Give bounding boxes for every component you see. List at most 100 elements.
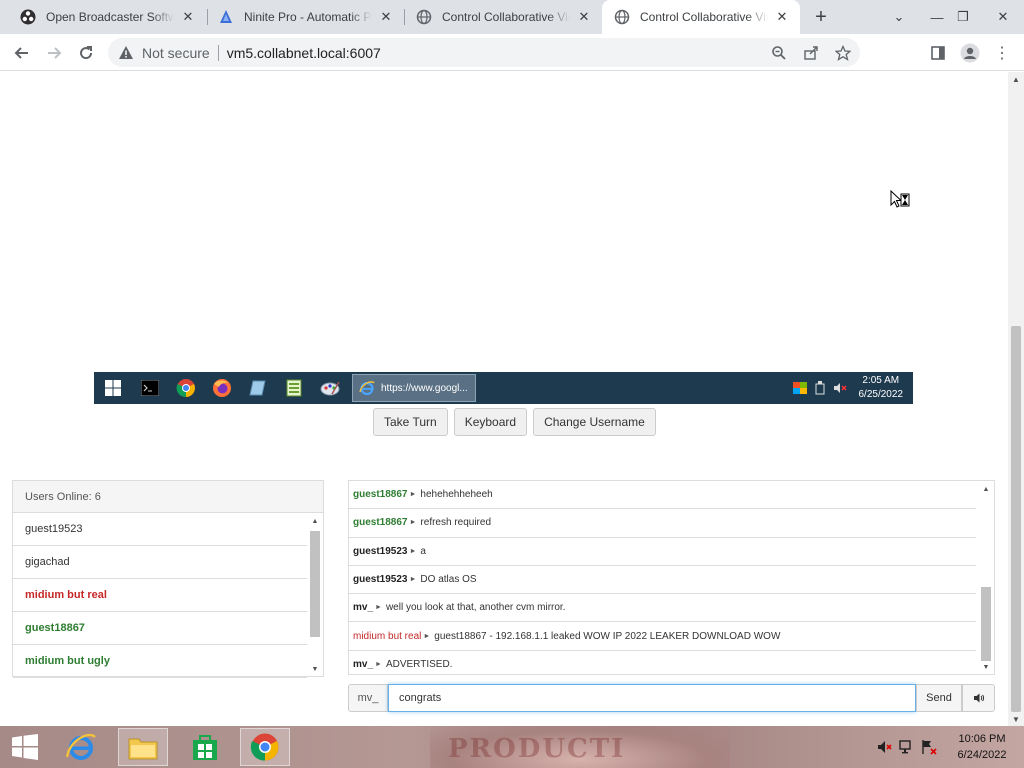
action-center-flag-icon[interactable]: [918, 736, 940, 758]
chat-username-label: mv_: [348, 684, 388, 712]
close-icon[interactable]: ✕: [774, 9, 790, 25]
volume-muted-icon[interactable]: [874, 736, 896, 758]
internet-explorer-icon[interactable]: [56, 728, 106, 766]
chat-panel: guest18867 ► hehehehheheeh guest18867 ► refr…: [348, 480, 995, 675]
users-list: guest19523 gigachad midium but real gues…: [13, 513, 307, 678]
url-text[interactable]: vm5.collabnet.local:6007: [227, 45, 381, 61]
tab-collabvm-1[interactable]: Control Collaborative Virtual ✕: [404, 0, 602, 34]
volume-icon[interactable]: [962, 684, 995, 712]
tab-title: Open Broadcaster Software: [46, 10, 174, 24]
side-panel-icon[interactable]: [924, 39, 952, 67]
change-username-button[interactable]: Change Username: [533, 408, 656, 436]
users-online-panel: Users Online: 6 guest19523 gigachad midi…: [12, 480, 324, 678]
ie-taskbar-item[interactable]: https://www.googl...: [352, 374, 476, 402]
tab-collabvm-2-active[interactable]: Control Collaborative Virtual ✕: [602, 0, 800, 34]
tab-search-icon[interactable]: ⌄: [882, 0, 916, 34]
chrome-icon[interactable]: [168, 372, 204, 404]
address-bar[interactable]: Not secure vm5.collabnet.local:6007: [108, 38, 860, 67]
scroll-up-icon[interactable]: ▲: [980, 483, 992, 495]
chat-input-row: mv_ Send: [348, 684, 995, 712]
user-item[interactable]: gigachad: [13, 546, 307, 579]
host-clock[interactable]: 10:06 PM 6/24/2022: [940, 731, 1024, 763]
file-explorer-icon[interactable]: [118, 728, 168, 766]
tab-title: Control Collaborative Virtual: [442, 10, 570, 24]
close-icon[interactable]: ✕: [180, 9, 196, 25]
chat-message: guest18867 ► refresh required: [349, 509, 976, 538]
profile-avatar-icon[interactable]: [956, 39, 984, 67]
notepad-icon[interactable]: [240, 372, 276, 404]
share-icon[interactable]: [800, 42, 822, 64]
more-menu-icon[interactable]: ⋮: [988, 39, 1016, 67]
zoom-icon[interactable]: [768, 42, 790, 64]
close-icon[interactable]: ✕: [378, 9, 394, 25]
ninite-icon: [218, 9, 234, 25]
vm-control-buttons: Take Turn Keyboard Change Username: [373, 408, 656, 436]
windows-store-icon[interactable]: [180, 728, 230, 766]
host-system-tray: 10:06 PM 6/24/2022: [874, 726, 1024, 768]
network-icon[interactable]: [896, 736, 918, 758]
vm-clock-time: 2:05 AM: [862, 375, 900, 386]
user-item[interactable]: guest19523: [13, 513, 307, 546]
scroll-down-icon[interactable]: ▼: [1008, 712, 1024, 726]
user-item[interactable]: guest18867: [13, 612, 307, 645]
windows-start-icon[interactable]: [0, 728, 50, 766]
tab-ninite[interactable]: Ninite Pro - Automatic Patch ✕: [206, 0, 404, 34]
wallpaper-text: PRODUCTI: [448, 734, 626, 764]
security-label[interactable]: Not secure: [142, 45, 210, 61]
user-item[interactable]: midium but real: [13, 579, 307, 612]
spreadsheet-icon[interactable]: [276, 372, 312, 404]
back-icon[interactable]: [8, 39, 36, 67]
scroll-up-icon[interactable]: ▲: [1008, 72, 1024, 86]
bookmark-star-icon[interactable]: [832, 42, 854, 64]
forward-icon[interactable]: [40, 39, 68, 67]
chat-message: guest18867 ► hehehehheheeh: [349, 481, 976, 510]
chat-scrollbar[interactable]: ▲ ▼: [980, 483, 992, 673]
users-scrollbar[interactable]: ▲ ▼: [309, 515, 321, 675]
host-clock-time: 10:06 PM: [958, 733, 1006, 745]
scroll-down-icon[interactable]: ▼: [309, 663, 321, 675]
page-scrollbar[interactable]: ▲ ▼: [1008, 72, 1024, 726]
send-button[interactable]: Send: [916, 684, 962, 712]
ie-task-label: https://www.googl...: [381, 382, 468, 394]
scroll-up-icon[interactable]: ▲: [309, 515, 321, 527]
chat-message: guest19523 ► a: [349, 538, 976, 566]
usb-device-icon[interactable]: [811, 379, 829, 397]
internet-explorer-icon: [359, 381, 375, 396]
browser-toolbar: Not secure vm5.collabnet.local:6007 ⋮: [0, 34, 1024, 71]
chat-message: midium but real ► guest18867 - 192.168.1.1…: [349, 622, 976, 651]
firefox-icon[interactable]: [204, 372, 240, 404]
globe-icon: [416, 9, 432, 25]
busy-cursor-icon: [890, 190, 910, 208]
volume-muted-icon[interactable]: [831, 379, 849, 397]
chat-message-input[interactable]: [388, 684, 916, 712]
tab-title: Control Collaborative Virtual: [640, 10, 768, 24]
reload-icon[interactable]: [72, 39, 100, 67]
chat-message: mv_ ► ADVERTISED.: [349, 651, 976, 674]
new-tab-button[interactable]: +: [808, 5, 834, 29]
chrome-icon[interactable]: [240, 728, 290, 766]
chat-message: guest19523 ► DO atlas OS: [349, 566, 976, 595]
vm-clock[interactable]: 2:05 AM 6/25/2022: [859, 374, 904, 402]
users-online-header: Users Online: 6: [13, 481, 323, 513]
warning-icon: [119, 45, 133, 59]
paint-icon[interactable]: [312, 372, 348, 404]
windows-start-icon[interactable]: [94, 372, 132, 404]
vm-clock-date: 6/25/2022: [858, 389, 904, 400]
close-icon[interactable]: ✕: [576, 9, 592, 25]
browser-tab-strip: Open Broadcaster Software ✕ Ninite Pro -…: [0, 0, 1024, 34]
tab-obs[interactable]: Open Broadcaster Software ✕: [8, 0, 206, 34]
take-turn-button[interactable]: Take Turn: [373, 408, 448, 436]
cmd-icon[interactable]: [132, 372, 168, 404]
user-item[interactable]: midium but ugly: [13, 645, 307, 678]
vm-screen-taskbar[interactable]: https://www.googl... 2:05 AM 6/25/2022: [94, 372, 913, 404]
chat-message: mv_ ► well you look at that, another cvm m…: [349, 594, 976, 623]
keyboard-button[interactable]: Keyboard: [453, 408, 528, 436]
restore-icon[interactable]: ❐: [946, 0, 980, 34]
obs-icon: [20, 9, 36, 25]
action-center-flag-icon[interactable]: [791, 379, 809, 397]
scroll-down-icon[interactable]: ▼: [980, 661, 992, 673]
wallpaper-peek: PRODUCTI: [430, 726, 730, 768]
globe-icon: [614, 9, 630, 25]
close-window-icon[interactable]: ✕: [986, 0, 1020, 34]
tab-title: Ninite Pro - Automatic Patch: [244, 10, 372, 24]
